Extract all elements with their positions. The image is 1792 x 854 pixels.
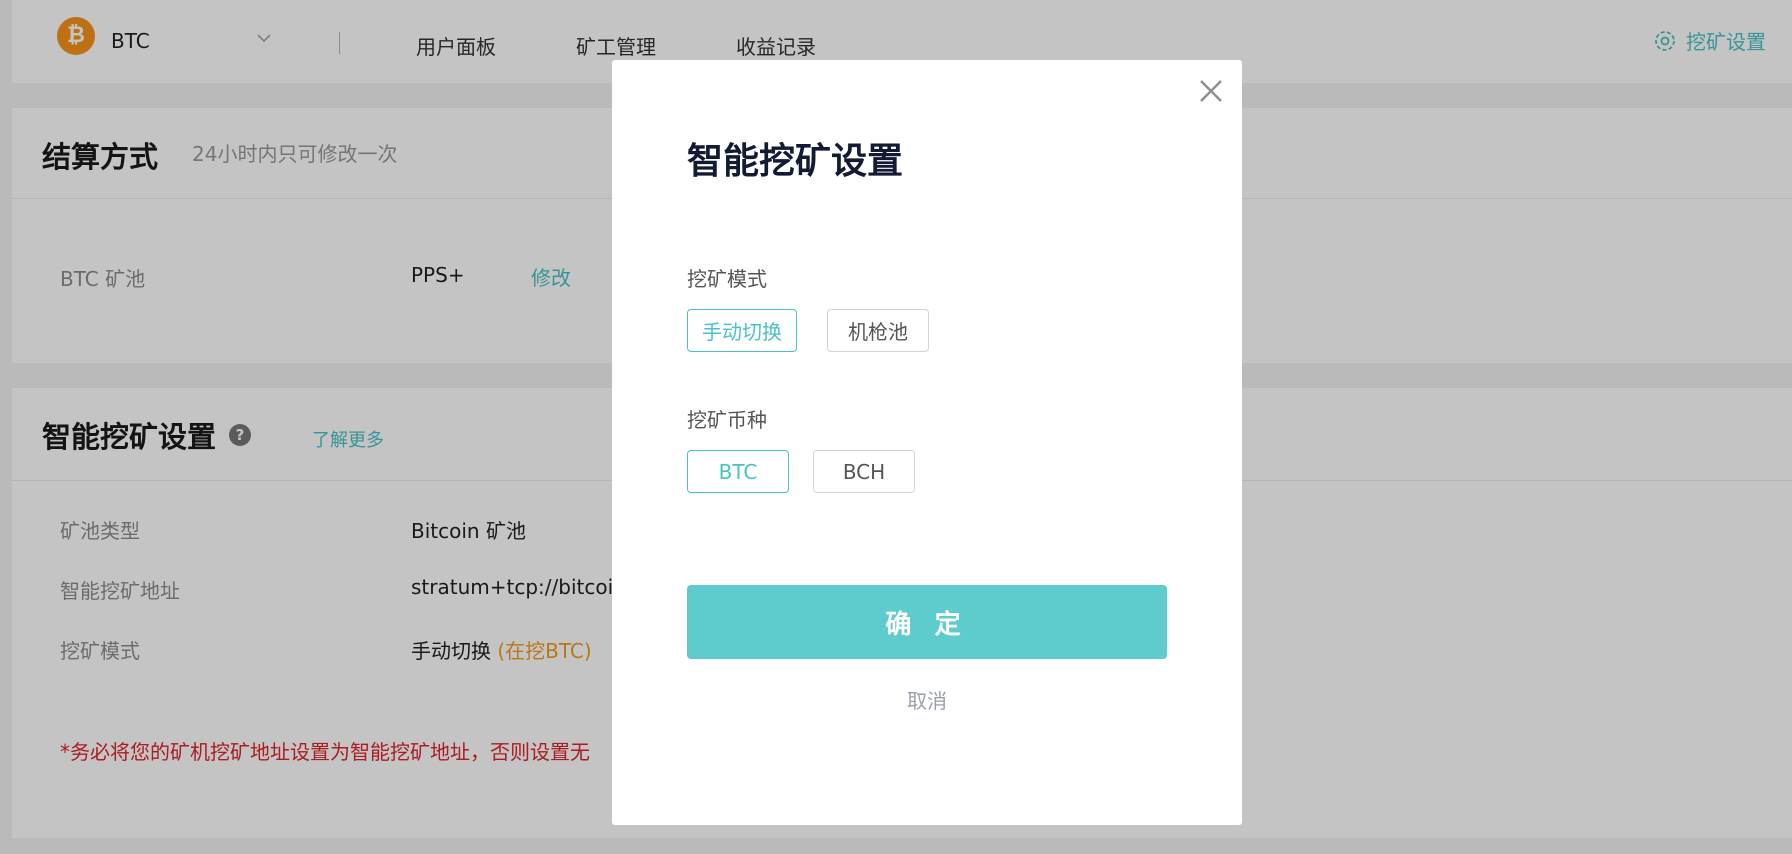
coin-option-bch[interactable]: BCH bbox=[813, 450, 915, 493]
mode-option-multicoin-pool[interactable]: 机枪池 bbox=[827, 309, 929, 352]
confirm-button[interactable]: 确 定 bbox=[687, 585, 1167, 659]
cancel-button[interactable]: 取消 bbox=[612, 685, 1242, 714]
close-icon[interactable] bbox=[1196, 76, 1226, 106]
coin-option-btc[interactable]: BTC bbox=[687, 450, 789, 493]
mode-option-manual[interactable]: 手动切换 bbox=[687, 309, 797, 352]
cancel-label[interactable]: 取消 bbox=[907, 689, 947, 713]
modal-title: 智能挖矿设置 bbox=[687, 141, 904, 182]
coin-group-label: 挖矿币种 bbox=[687, 408, 767, 432]
smart-mining-modal: 智能挖矿设置 挖矿模式 手动切换 机枪池 挖矿币种 BTC BCH 确 定 取消 bbox=[612, 60, 1242, 825]
mode-group-label: 挖矿模式 bbox=[687, 267, 767, 291]
